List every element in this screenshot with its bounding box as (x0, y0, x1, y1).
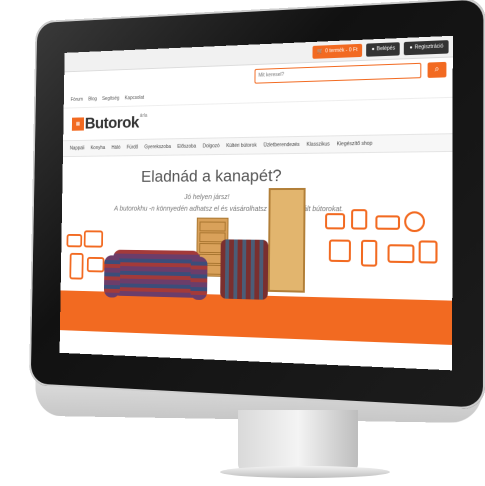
cart-button[interactable]: 🛒 0 termék - 0 Ft (312, 43, 363, 59)
furniture-icons-right (321, 209, 444, 293)
screen: 🛒 0 termék - 0 Ft ● Belépés ● Regisztrác… (59, 35, 453, 371)
cart-label: 0 termék - 0 Ft (325, 47, 358, 55)
monitor-icon (66, 233, 83, 248)
menu-item[interactable]: Kiegészítő shop (337, 141, 373, 148)
cart-icon: 🛒 (317, 48, 324, 55)
furniture-icons-left (64, 230, 108, 288)
menu-item[interactable]: Gyerekszoba (144, 144, 171, 150)
frame-icon (83, 230, 104, 248)
lock-icon: ● (409, 44, 413, 51)
table-icon (86, 256, 105, 273)
site-logo[interactable]: ▦ Butorok árla (71, 112, 148, 134)
link-item[interactable]: Kapcsolat (125, 95, 145, 101)
logo-sup: árla (139, 112, 148, 119)
washer-icon (328, 239, 351, 263)
menu-item[interactable]: Nappali (70, 146, 85, 152)
sofa-image (112, 249, 201, 298)
chair-icon (418, 240, 438, 264)
hero-title: Eladnád a kanapét? (140, 166, 282, 186)
hero-description: A butorokhu -n könnyedén adhatsz el és v… (113, 205, 344, 214)
menu-item[interactable]: Klasszikus (306, 141, 329, 147)
imac-monitor: 🛒 0 termék - 0 Ft ● Belépés ● Regisztrác… (0, 0, 485, 486)
logo-mark: ▦ (71, 117, 85, 131)
bed-icon (387, 244, 415, 264)
logo-brand: Butorok (84, 113, 139, 133)
sofa-arm (190, 256, 208, 301)
search-icon: ⌕ (434, 64, 440, 74)
menu-item[interactable]: Előszoba (177, 144, 196, 150)
menu-item[interactable]: Konyha (90, 145, 105, 151)
hero-subtitle: Jó helyen jársz! (184, 194, 230, 202)
menu-item[interactable]: Dolgozó (203, 143, 220, 149)
shelf-icon (69, 252, 84, 280)
monitor-icon (325, 213, 346, 230)
monitor-stand (238, 410, 358, 472)
lamp-icon (351, 209, 368, 230)
login-button[interactable]: ● Belépés (366, 41, 401, 57)
search-input[interactable] (254, 62, 422, 84)
search-button[interactable]: ⌕ (427, 61, 447, 78)
menu-item[interactable]: Háló (111, 145, 120, 151)
link-item[interactable]: Fórum (71, 97, 83, 103)
register-button[interactable]: ● Regisztráció (404, 39, 449, 55)
user-icon: ● (371, 46, 375, 53)
sofa-arm (103, 255, 121, 298)
link-item[interactable]: Segítség (102, 96, 119, 102)
shelf-icon (360, 239, 378, 267)
monitor-base (220, 466, 390, 478)
login-label: Belépés (376, 45, 396, 53)
menu-item[interactable]: Üzletberendezés (263, 142, 299, 149)
link-item[interactable]: Blog (88, 96, 97, 102)
drawer (199, 221, 226, 232)
cabinet-image (267, 187, 306, 293)
menu-item[interactable]: Fürdő (127, 145, 139, 151)
hero-banner[interactable]: Eladnád a kanapét? Jó helyen jársz! A bu… (59, 151, 453, 345)
armchair-image (220, 239, 269, 300)
menu-item[interactable]: Kültéri bútorok (226, 143, 257, 149)
table-icon (375, 215, 401, 230)
register-label: Regisztráció (414, 43, 444, 51)
clock-icon (404, 211, 426, 233)
